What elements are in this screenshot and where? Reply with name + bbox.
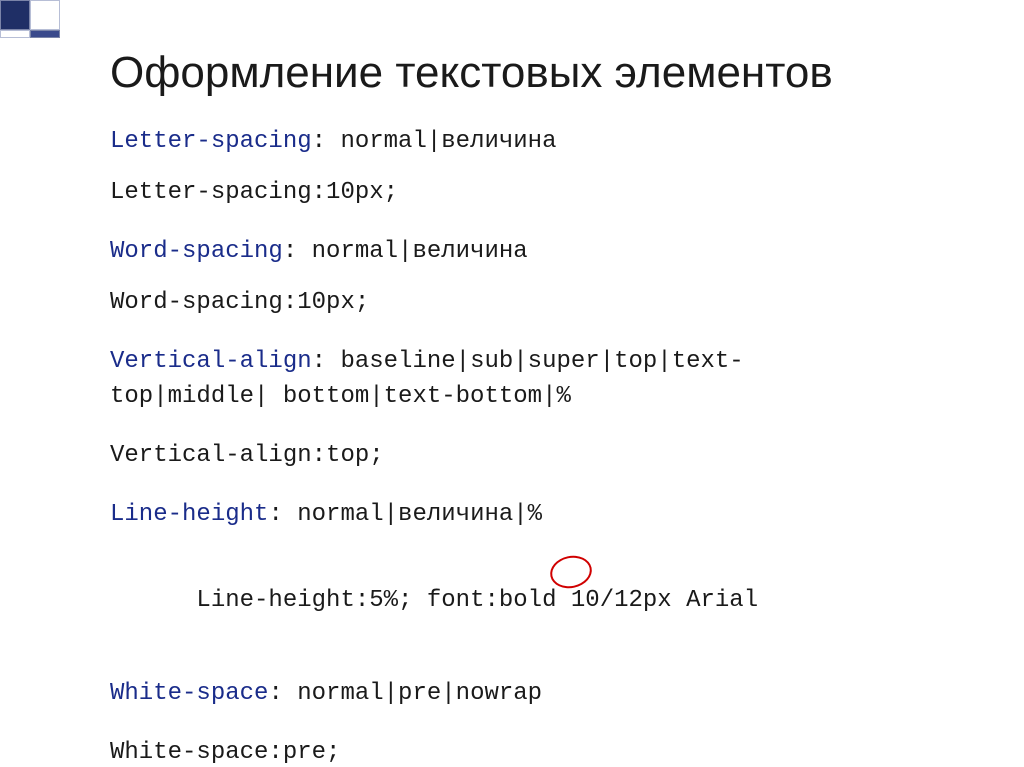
slide: Оформление текстовых элементов Letter-sp… bbox=[0, 0, 1024, 767]
code-line: Word-spacing:10px; bbox=[110, 289, 964, 316]
deco-square bbox=[0, 0, 30, 30]
css-value: : normal|pre|nowrap bbox=[268, 680, 542, 707]
deco-square bbox=[30, 0, 60, 30]
css-example: Line-height:5%; font:bold 10/12px Arial bbox=[196, 587, 758, 614]
code-line: Vertical-align:top; bbox=[110, 442, 964, 469]
slide-content: Letter-spacing: normal|величина Letter-s… bbox=[110, 128, 964, 767]
code-line: Letter-spacing: normal|величина bbox=[110, 128, 964, 155]
css-property: Word-spacing bbox=[110, 238, 283, 265]
css-value: : normal|величина bbox=[312, 128, 557, 155]
css-property: Line-height bbox=[110, 501, 268, 528]
css-property: Letter-spacing bbox=[110, 128, 312, 155]
code-line: Word-spacing: normal|величина bbox=[110, 238, 964, 265]
css-property: Vertical-align bbox=[110, 348, 312, 375]
deco-square bbox=[30, 30, 60, 38]
code-line: White-space:pre; bbox=[110, 739, 964, 766]
code-line: Letter-spacing:10px; bbox=[110, 179, 964, 206]
css-value: : normal|величина|% bbox=[268, 501, 542, 528]
slide-title: Оформление текстовых элементов bbox=[110, 48, 833, 98]
corner-decoration bbox=[0, 0, 130, 38]
deco-square bbox=[0, 30, 30, 38]
code-line: Line-height:5%; font:bold 10/12px Arial bbox=[110, 560, 964, 668]
code-line: White-space: normal|pre|nowrap bbox=[110, 680, 964, 707]
css-property: White-space bbox=[110, 680, 268, 707]
css-value: : baseline|sub|super|top|text- bbox=[312, 348, 744, 375]
red-circle-annotation bbox=[547, 552, 595, 592]
code-line: Vertical-align: baseline|sub|super|top|t… bbox=[110, 348, 964, 375]
css-value: : normal|величина bbox=[283, 238, 528, 265]
code-line: Line-height: normal|величина|% bbox=[110, 501, 964, 528]
code-line: top|middle| bottom|text-bottom|% bbox=[110, 383, 964, 410]
